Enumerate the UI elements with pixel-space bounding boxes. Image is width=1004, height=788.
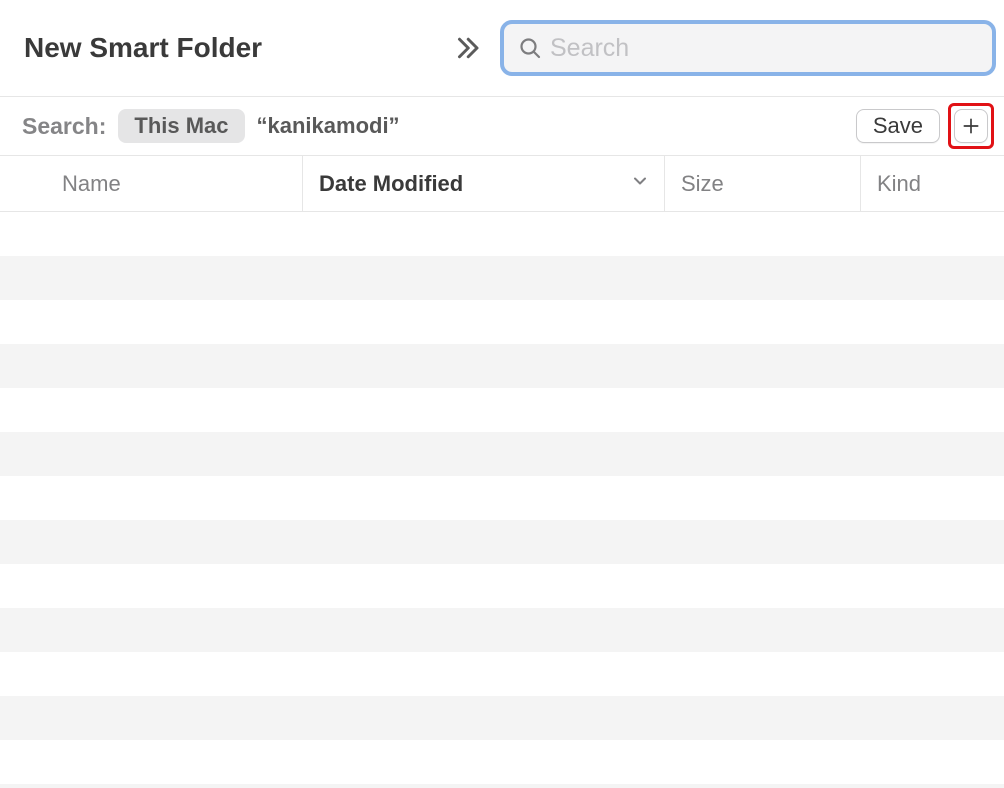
table-row: [0, 344, 1004, 388]
scope-current-folder[interactable]: “kanikamodi”: [253, 109, 404, 143]
table-row: [0, 740, 1004, 784]
column-headers: Name Date Modified Size Kind: [0, 156, 1004, 212]
chevron-down-icon: [630, 171, 650, 197]
table-row: [0, 696, 1004, 740]
plus-icon: [961, 116, 981, 136]
save-button[interactable]: Save: [856, 109, 940, 143]
overflow-chevrons-icon[interactable]: [452, 33, 482, 63]
table-row: [0, 212, 1004, 256]
column-header-label: Size: [681, 171, 724, 197]
search-scope-bar: Search: This Mac “kanikamodi” Save: [0, 96, 1004, 156]
column-header-date-modified[interactable]: Date Modified: [302, 156, 664, 211]
table-row: [0, 520, 1004, 564]
column-header-size[interactable]: Size: [664, 156, 860, 211]
results-list: [0, 212, 1004, 788]
search-icon: [518, 36, 542, 60]
scope-label: Search:: [22, 113, 106, 140]
table-row: [0, 564, 1004, 608]
scope-this-mac[interactable]: This Mac: [118, 109, 244, 143]
table-row: [0, 476, 1004, 520]
column-header-label: Date Modified: [319, 171, 463, 197]
table-row: [0, 388, 1004, 432]
column-header-label: Name: [62, 171, 121, 197]
column-header-name[interactable]: Name: [0, 156, 302, 211]
table-row: [0, 432, 1004, 476]
add-criteria-button[interactable]: [954, 109, 988, 143]
toolbar: New Smart Folder: [0, 0, 1004, 96]
table-row: [0, 652, 1004, 696]
table-row: [0, 608, 1004, 652]
add-criteria-highlight: [948, 103, 994, 149]
table-row: [0, 300, 1004, 344]
table-row: [0, 784, 1004, 788]
column-header-label: Kind: [877, 171, 921, 197]
window-title: New Smart Folder: [24, 32, 262, 64]
search-input[interactable]: [550, 34, 978, 63]
table-row: [0, 256, 1004, 300]
column-header-kind[interactable]: Kind: [860, 156, 1004, 211]
search-field[interactable]: [500, 20, 996, 76]
